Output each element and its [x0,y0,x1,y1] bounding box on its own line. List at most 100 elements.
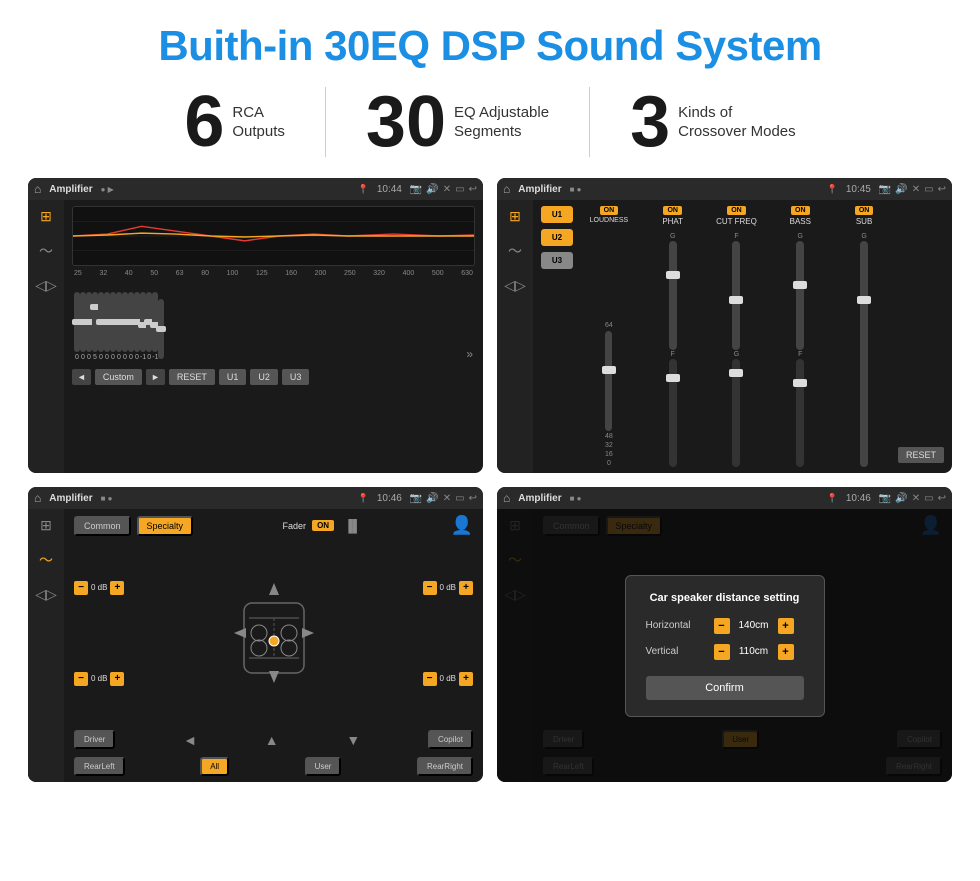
pos-user[interactable]: User [305,757,342,776]
vertical-label: Vertical [646,646,706,657]
screen3-speaker-icon[interactable]: ◁▷ [35,586,57,603]
down-arrow-icon: ▼ [346,732,360,748]
screen1-topbar-icons: 📷 🔊 ✕ ▭ ↩ [410,184,477,195]
screen2-status: ■ ● [570,185,582,194]
db4-minus[interactable]: − [423,672,437,686]
screen4-location-icon: 📍 [827,493,838,504]
fader-area: − 0 dB + − 0 dB + [74,544,473,722]
up-arrow-icon: ▲ [265,732,279,748]
screen-distance: ⌂ Amplifier ■ ● 📍 10:46 📷 🔊 ✕ ▭ ↩ ⊞ 〜 ◁▷ [497,487,952,782]
freq-125: 125 [256,270,268,277]
db1-minus[interactable]: − [74,581,88,595]
eq-prev-btn[interactable]: ◄ [72,369,91,385]
pos-all[interactable]: All [200,757,229,776]
expand-icon[interactable]: » [466,347,473,361]
db4-plus[interactable]: + [459,672,473,686]
pos-rearright[interactable]: RearRight [417,757,473,776]
db2-minus[interactable]: − [74,672,88,686]
eq-reset-btn[interactable]: RESET [169,369,215,385]
stat-rca-number: 6 [184,86,224,158]
preset-u3[interactable]: U3 [541,252,573,269]
screen2-minimize-icon: ▭ [924,184,933,195]
db2-plus[interactable]: + [110,672,124,686]
pos-rearleft[interactable]: RearLeft [74,757,125,776]
horizontal-plus-btn[interactable]: + [778,618,794,634]
screen1-content: ⊞ 〜 ◁▷ [28,200,483,473]
person-icon[interactable]: 👤 [451,515,473,536]
eq-u3-btn[interactable]: U3 [282,369,310,385]
db2-val: 0 dB [91,674,107,683]
freq-500: 500 [432,270,444,277]
screen3-minimize-icon: ▭ [455,493,464,504]
amp-channel-loudness: ON LOUDNESS 64 48 32 16 0 [579,206,639,467]
db3-plus[interactable]: + [459,581,473,595]
eq-freq-labels: 25 32 40 50 63 80 100 125 160 200 250 32… [72,270,475,277]
amp-presets: U1 U2 U3 [541,206,573,467]
db3-minus[interactable]: − [423,581,437,595]
minimize-icon: ▭ [455,184,464,195]
eq-slider-15 [158,299,164,361]
speaker-icon[interactable]: ◁▷ [35,277,57,294]
screen3-wave-icon[interactable]: 〜 [39,550,53,570]
screen4-topbar: ⌂ Amplifier ■ ● 📍 10:46 📷 🔊 ✕ ▭ ↩ [497,487,952,509]
screen1-topbar: ⌂ Amplifier ● ▶ 📍 10:44 📷 🔊 ✕ ▭ ↩ [28,178,483,200]
dialog-overlay: Car speaker distance setting Horizontal … [497,509,952,782]
eq-u1-btn[interactable]: U1 [219,369,247,385]
screen4-title: Amplifier [518,493,561,504]
screen-fader: ⌂ Amplifier ■ ● 📍 10:46 📷 🔊 ✕ ▭ ↩ ⊞ 〜 ◁▷ [28,487,483,782]
screen2-time: 10:45 [846,184,871,195]
screen2-wave-icon[interactable]: 〜 [508,241,522,261]
screen3-content: ⊞ 〜 ◁▷ Common Specialty Fader ON ▐▌ 👤 [28,509,483,782]
amp-channels: ON LOUDNESS 64 48 32 16 0 [579,206,944,467]
freq-200: 200 [315,270,327,277]
screen1-sidebar: ⊞ 〜 ◁▷ [28,200,64,473]
eq-next-btn[interactable]: ► [146,369,165,385]
screen4-camera-icon: 📷 [879,493,891,504]
vertical-minus-btn[interactable]: − [714,644,730,660]
screens-grid: ⌂ Amplifier ● ▶ 📍 10:44 📷 🔊 ✕ ▭ ↩ ⊞ 〜 ◁▷ [0,178,980,782]
stat-eq-number: 30 [366,86,446,158]
home-icon[interactable]: ⌂ [34,182,41,196]
eq-u2-btn[interactable]: U2 [250,369,278,385]
screen4-status: ■ ● [570,494,582,503]
camera-icon: 📷 [410,184,422,195]
screen2-location-icon: 📍 [827,184,838,195]
confirm-button[interactable]: Confirm [646,676,804,700]
pos-driver[interactable]: Driver [74,730,115,749]
preset-u2[interactable]: U2 [541,229,573,246]
right-db-controls: − 0 dB + − 0 dB + [423,544,473,722]
amp-reset-btn[interactable]: RESET [898,447,944,463]
screen-eq: ⌂ Amplifier ● ▶ 📍 10:44 📷 🔊 ✕ ▭ ↩ ⊞ 〜 ◁▷ [28,178,483,473]
eq-icon[interactable]: ⊞ [40,208,52,225]
location-icon: 📍 [358,184,369,195]
screen3-volume-icon: 🔊 [426,493,438,504]
tab-common[interactable]: Common [74,516,131,536]
pos-copilot[interactable]: Copilot [428,730,473,749]
screen2-eq-icon[interactable]: ⊞ [509,208,521,225]
preset-u1[interactable]: U1 [541,206,573,223]
screen3-title: Amplifier [49,493,92,504]
volume-icon: 🔊 [426,184,438,195]
horizontal-value: 140cm [734,620,774,631]
screen3-home-icon[interactable]: ⌂ [34,491,41,505]
screen2-home-icon[interactable]: ⌂ [503,182,510,196]
screen3-eq-icon[interactable]: ⊞ [40,517,52,534]
wave-icon[interactable]: 〜 [39,241,53,261]
stat-crossover: 3 Kinds ofCrossover Modes [590,86,836,158]
tab-specialty[interactable]: Specialty [137,516,194,536]
screen2-back-icon: ↩ [938,184,946,195]
fader-slider-icon: ▐▌ [344,519,361,533]
screen4-home-icon[interactable]: ⌂ [503,491,510,505]
db4-val: 0 dB [440,674,456,683]
screen2-speaker-icon[interactable]: ◁▷ [504,277,526,294]
screen4-topbar-icons: 📷 🔊 ✕ ▭ ↩ [879,493,946,504]
screen3-topbar: ⌂ Amplifier ■ ● 📍 10:46 📷 🔊 ✕ ▭ ↩ [28,487,483,509]
vertical-stepper: − 110cm + [714,644,794,660]
fader-label: Fader [283,521,307,531]
horizontal-minus-btn[interactable]: − [714,618,730,634]
eq-custom-btn[interactable]: Custom [95,369,142,385]
vertical-plus-btn[interactable]: + [778,644,794,660]
loudness-label: LOUDNESS [590,217,629,224]
amp-channel-phat: ON PHAT G F [643,206,703,467]
db1-plus[interactable]: + [110,581,124,595]
